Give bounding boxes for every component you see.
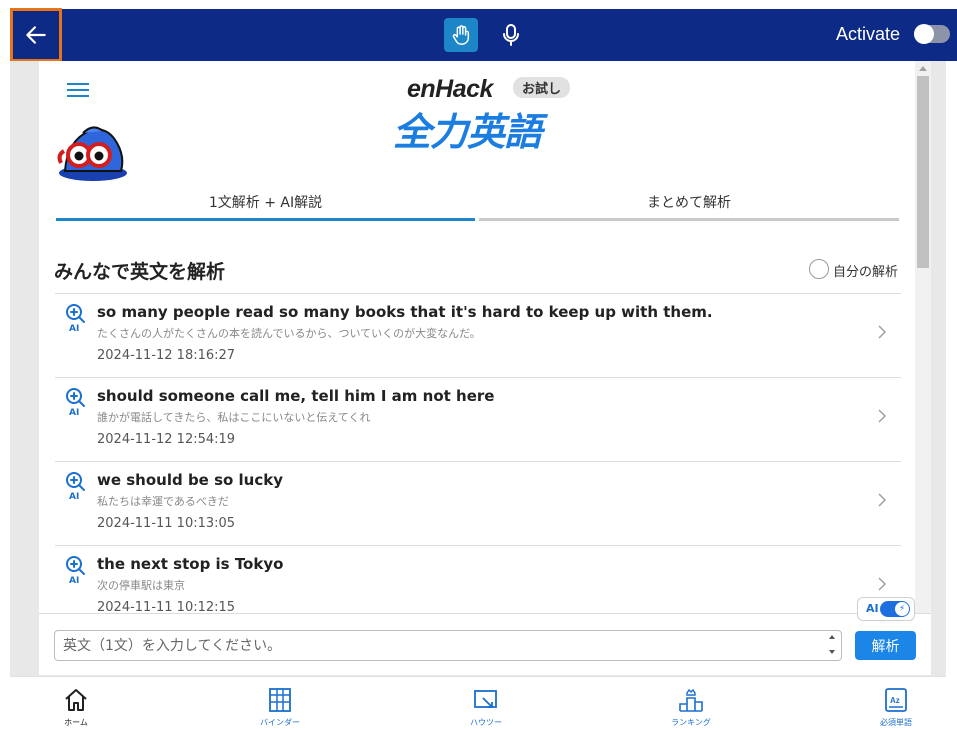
ai-label: AI [69,576,80,586]
timestamp: 2024-11-11 10:12:15 [97,600,236,613]
microphone-button[interactable] [499,18,523,52]
own-analysis-radio[interactable] [809,259,829,279]
ai-zoom-icon [66,472,85,491]
japanese-translation: 次の停車駅は東京 [97,579,185,592]
english-sentence: so many people read so many books that i… [97,303,713,321]
binder-icon [269,688,291,712]
ai-toggle[interactable]: AI ⚡ [857,597,915,621]
timestamp: 2024-11-12 18:16:27 [97,348,236,363]
english-sentence: we should be so lucky [97,471,283,489]
nav-ranking[interactable]: ランキング [651,677,731,729]
english-sentence: the next stop is Tokyo [97,555,284,573]
ai-zoom-icon [66,556,85,575]
chevron-right-icon [878,325,887,339]
scroll-thumb[interactable] [917,76,929,268]
top-toolbar: Activate [10,8,957,62]
analyze-button[interactable]: 解析 [855,631,916,660]
tab-single-analysis[interactable]: 1文解析 + AI解説 [56,185,475,221]
list-item[interactable]: AI the next stop is Tokyo 次の停車駅は東京 2024-… [55,545,901,613]
back-button[interactable] [10,8,62,62]
ai-label: AI [69,324,80,334]
chevron-right-icon [878,493,887,507]
bottom-nav: ホーム バインダー ハウツー ランキング Az 必須単語 [10,676,946,729]
list-item[interactable]: AI should someone call me, tell him I am… [55,377,901,461]
chevron-right-icon [878,409,887,423]
activate-toggle[interactable] [914,24,950,44]
logo-title: 全力英語 [393,110,542,154]
ai-label: AI [69,492,80,502]
tab-bar: 1文解析 + AI解説 まとめて解析 [56,185,899,221]
section-title: みんなで英文を解析 [54,261,226,283]
timestamp: 2024-11-11 10:13:05 [97,516,236,531]
ai-zoom-icon [66,304,85,323]
own-analysis-label: 自分の解析 [833,265,899,280]
main-content: enHack お試し 全力英語 1文解析 + AI解説 まとめて解析 みんなで英… [39,61,915,613]
nav-ranking-label: ランキング [671,718,711,727]
howto-icon [474,690,497,708]
scroll-up-arrow[interactable] [919,66,927,71]
nav-vocabulary[interactable]: Az 必須単語 [856,677,936,729]
nav-vocabulary-label: 必須単語 [880,718,912,727]
mascot-image [57,126,127,181]
app-window: Activate enHack お試し 全力英語 1文解析 + AI解説 まとめ… [0,0,957,729]
chevron-right-icon [878,577,887,591]
logo-enhack: enHack [407,75,493,103]
ai-switch: ⚡ [880,601,910,617]
activate-label: Activate [836,24,901,44]
content-scrollbar[interactable] [915,61,931,613]
list-item[interactable]: AI so many people read so many books tha… [55,293,901,377]
nav-binder[interactable]: バインダー [240,677,320,729]
ai-label: AI [69,408,80,418]
ai-toggle-label: AI [866,602,879,615]
japanese-translation: 誰かが電話してきたら、私はここにいないと伝えてくれ [97,411,371,424]
menu-icon[interactable] [67,83,89,97]
nav-home[interactable]: ホーム [36,677,116,729]
ai-zoom-icon [66,388,85,407]
input-bar: AI ⚡ 解析 [39,597,931,675]
sentence-list: AI so many people read so many books tha… [55,293,901,613]
sentence-input[interactable] [54,630,842,661]
nav-howto-label: ハウツー [470,718,502,727]
japanese-translation: たくさんの人がたくさんの本を読んでいるから、ついていくのが大変なんだ。 [97,327,481,340]
hand-tool-button[interactable] [444,18,478,52]
japanese-translation: 私たちは幸運であるべきだ [97,495,229,508]
nav-home-label: ホーム [64,718,88,727]
spin-down-icon[interactable] [829,650,835,654]
list-item[interactable]: AI we should be so lucky 私たちは幸運であるべきだ 20… [55,461,901,545]
nav-howto[interactable]: ハウツー [446,677,526,729]
vocabulary-icon: Az [885,688,907,712]
toggle-knob [914,24,934,44]
microphone-icon [503,24,519,46]
english-sentence: should someone call me, tell him I am no… [97,387,495,405]
timestamp: 2024-11-12 12:54:19 [97,432,236,447]
tab-batch-analysis[interactable]: まとめて解析 [479,185,899,221]
arrow-left-icon [26,26,46,44]
spin-up-icon[interactable] [829,635,835,639]
home-icon [65,689,87,711]
svg-text:Az: Az [890,696,900,705]
nav-binder-label: バインダー [260,718,300,727]
ranking-icon [679,688,703,712]
hand-icon [452,25,470,45]
lightning-icon: ⚡ [895,602,909,616]
trial-badge: お試し [513,77,571,98]
